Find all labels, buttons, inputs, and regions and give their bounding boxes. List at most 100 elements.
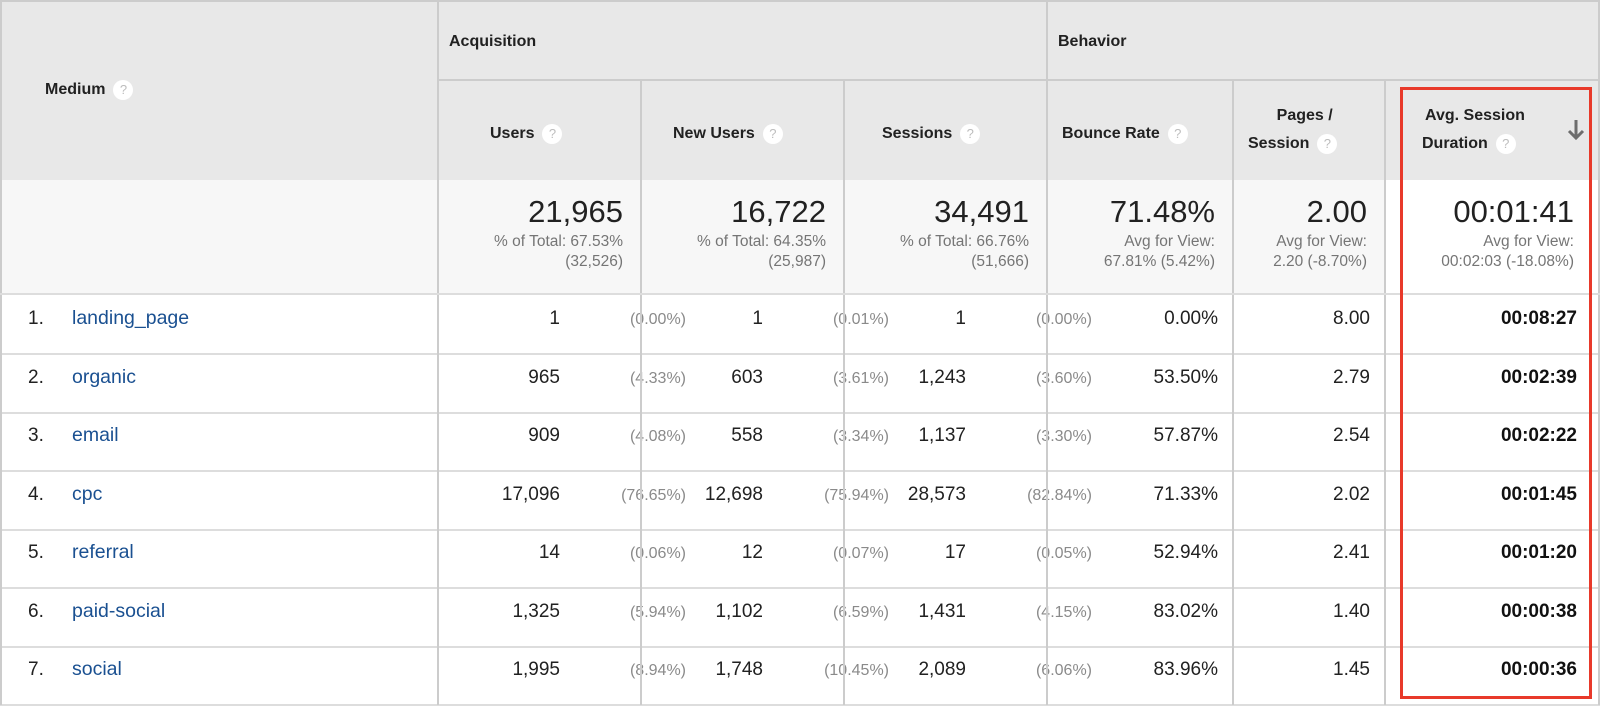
column-header-users[interactable]: Users? [490, 120, 563, 148]
bounce-rate-value: 52.94% [1153, 542, 1218, 563]
new-users-percent: (10.45%) [824, 662, 889, 679]
users-percent: (76.65%) [621, 487, 686, 504]
column-header-new-users-label: New Users [673, 125, 755, 142]
users-value: 1,325 [512, 601, 560, 622]
table-row: 7. social 1,995 (8.94%) 1,748 (10.45%) 2,089 (6… [0, 646, 1600, 706]
column-header-avg-session-duration[interactable]: Avg. Session Duration? [1422, 102, 1525, 158]
medium-link[interactable]: email [72, 424, 119, 447]
group-header-acquisition: Acquisition [449, 33, 537, 50]
sessions-value: 1,243 [918, 367, 966, 388]
summary-detail: Avg for View: 00:02:03 (-18.08%) [1441, 232, 1574, 272]
summary-value: 00:01:41 [1453, 194, 1574, 229]
summary-detail: Avg for View: 2.20 (-8.70%) [1273, 232, 1367, 272]
column-header-medium[interactable]: Medium? [45, 76, 134, 104]
column-header-pages-session-line1: Pages / [1276, 107, 1333, 124]
pages-session-value: 2.79 [1333, 367, 1370, 388]
summary-detail-line2: (32,526) [565, 253, 623, 270]
column-header-medium-label: Medium [45, 81, 106, 98]
column-header-bounce-rate[interactable]: Bounce Rate? [1062, 120, 1188, 148]
help-icon[interactable]: ? [1495, 133, 1516, 154]
summary-detail-line2: (25,987) [768, 253, 826, 270]
column-header-sessions[interactable]: Sessions? [882, 120, 981, 148]
arrow-down-icon[interactable] [1566, 117, 1586, 143]
column-header-pages-session[interactable]: Pages / Session? [1248, 102, 1338, 158]
pages-session-value: 2.02 [1333, 484, 1370, 505]
sessions-value: 17 [944, 542, 966, 563]
divider [0, 293, 1600, 295]
summary-value: 21,965 [528, 194, 623, 229]
column-header-new-users[interactable]: New Users? [673, 120, 783, 148]
help-icon[interactable]: ? [762, 123, 783, 144]
summary-cell-sessions: 34,491 % of Total: 66.76% (51,666) [844, 180, 1047, 294]
summary-value: 71.48% [1109, 194, 1215, 229]
sessions-value: 1 [955, 308, 966, 329]
sessions-percent: (4.15%) [1035, 604, 1092, 621]
summary-detail-line1: % of Total: 67.53% [494, 233, 623, 250]
new-users-value: 603 [731, 367, 763, 388]
summary-detail-line2: 00:02:03 (-18.08%) [1441, 253, 1574, 270]
avg-session-duration-value: 00:02:39 [1500, 367, 1577, 388]
divider [0, 0, 1600, 2]
new-users-percent: (3.61%) [832, 370, 889, 387]
help-icon[interactable]: ? [1317, 133, 1338, 154]
summary-cell-pages-session: 2.00 Avg for View: 2.20 (-8.70%) [1233, 180, 1385, 294]
row-number: 1. [28, 308, 44, 329]
help-icon[interactable]: ? [960, 123, 981, 144]
summary-detail-line1: % of Total: 66.76% [900, 233, 1029, 250]
new-users-value: 1,102 [715, 601, 763, 622]
help-icon[interactable]: ? [542, 123, 563, 144]
new-users-value: 1 [752, 308, 763, 329]
summary-cell-new-users: 16,722 % of Total: 64.35% (25,987) [641, 180, 844, 294]
summary-detail-line2: 67.81% (5.42%) [1103, 253, 1215, 270]
summary-value: 16,722 [731, 194, 826, 229]
row-number: 2. [28, 367, 44, 388]
sessions-value: 1,431 [918, 601, 966, 622]
column-header-pages-session-line2: Session [1248, 135, 1310, 152]
summary-value: 34,491 [934, 194, 1029, 229]
users-percent: (0.00%) [629, 311, 686, 328]
users-value: 909 [528, 425, 560, 446]
header-background [0, 0, 1600, 180]
divider [640, 80, 642, 705]
users-percent: (4.33%) [629, 370, 686, 387]
bounce-rate-value: 83.96% [1153, 659, 1218, 680]
table-row: 3. email 909 (4.08%) 558 (3.34%) 1,137 (3.30%) 5… [0, 412, 1600, 472]
summary-detail: % of Total: 64.35% (25,987) [697, 232, 826, 272]
medium-link[interactable]: social [72, 658, 122, 681]
users-percent: (0.06%) [629, 545, 686, 562]
avg-session-duration-value: 00:00:36 [1500, 659, 1577, 680]
new-users-value: 1,748 [715, 659, 763, 680]
medium-link[interactable]: organic [72, 366, 136, 389]
avg-session-duration-value: 00:00:38 [1500, 601, 1577, 622]
help-icon[interactable]: ? [1167, 123, 1188, 144]
pages-session-value: 2.41 [1333, 542, 1370, 563]
medium-link[interactable]: referral [72, 541, 134, 564]
new-users-percent: (6.59%) [832, 604, 889, 621]
pages-session-value: 1.40 [1333, 601, 1370, 622]
users-percent: (4.08%) [629, 428, 686, 445]
medium-link[interactable]: paid-social [72, 600, 165, 623]
sessions-value: 1,137 [918, 425, 966, 446]
new-users-percent: (0.01%) [832, 311, 889, 328]
divider [843, 80, 845, 705]
table-row: 2. organic 965 (4.33%) 603 (3.61%) 1,243 (3.60%… [0, 354, 1600, 414]
help-icon[interactable]: ? [113, 79, 134, 100]
new-users-value: 558 [731, 425, 763, 446]
summary-cell-users: 21,965 % of Total: 67.53% (32,526) [438, 180, 641, 294]
column-header-users-label: Users [490, 125, 535, 142]
medium-link[interactable]: landing_page [72, 307, 189, 330]
new-users-value: 12,698 [704, 484, 763, 505]
pages-session-value: 1.45 [1333, 659, 1370, 680]
bounce-rate-value: 83.02% [1153, 601, 1218, 622]
medium-link[interactable]: cpc [72, 483, 102, 506]
pages-session-value: 2.54 [1333, 425, 1370, 446]
row-number: 7. [28, 659, 44, 680]
sessions-percent: (0.00%) [1035, 311, 1092, 328]
row-number: 4. [28, 484, 44, 505]
avg-session-duration-value: 00:01:20 [1500, 542, 1577, 563]
divider [1046, 0, 1048, 705]
new-users-percent: (0.07%) [832, 545, 889, 562]
sessions-percent: (3.30%) [1035, 428, 1092, 445]
users-percent: (5.94%) [629, 604, 686, 621]
table-row: 1. landing_page 1 (0.00%) 1 (0.01%) 1 (0.00%) 0.… [0, 295, 1600, 355]
